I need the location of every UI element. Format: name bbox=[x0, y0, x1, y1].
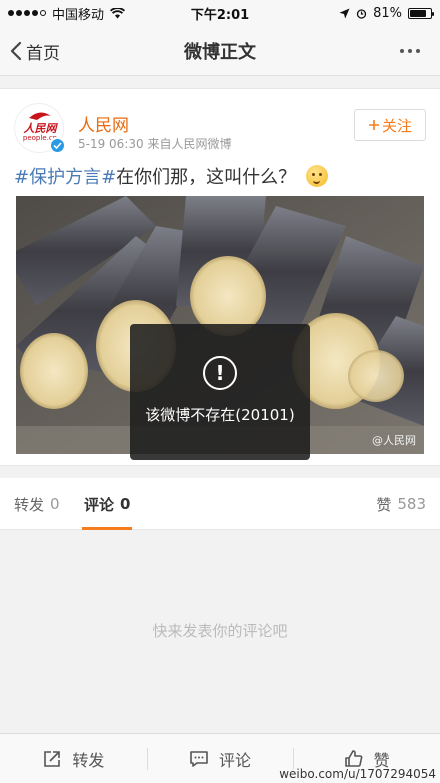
tab-repost[interactable]: 转发 0 bbox=[14, 478, 60, 530]
share-icon bbox=[44, 750, 61, 767]
tab-comment-label: 评论 bbox=[84, 495, 115, 514]
thinking-emoji-icon bbox=[306, 165, 329, 187]
battery-icon bbox=[408, 7, 434, 19]
carrier-label: 中国移动 bbox=[52, 7, 105, 23]
interaction-tabs: 转发 0 评论 0 赞 583 bbox=[0, 478, 440, 530]
comment-label: 评论 bbox=[219, 750, 252, 770]
avatar[interactable]: 人民网 people.cn bbox=[14, 103, 66, 154]
signal-icon bbox=[8, 10, 46, 16]
location-arrow-icon bbox=[339, 8, 350, 18]
more-menu-button[interactable] bbox=[390, 26, 430, 76]
post-body: 在你们那，这叫什么？ bbox=[116, 167, 297, 188]
wifi-icon bbox=[110, 7, 126, 18]
back-button[interactable]: 首页 bbox=[10, 26, 60, 76]
page-title: 微博正文 bbox=[184, 41, 256, 63]
tab-like[interactable]: 赞 583 bbox=[376, 478, 426, 530]
repost-label: 转发 bbox=[72, 750, 105, 770]
photo-watermark: @人民网 bbox=[372, 434, 416, 447]
tab-comment-count: 0 bbox=[120, 495, 131, 513]
more-dots-icon bbox=[400, 49, 404, 53]
follow-button[interactable]: 关注 bbox=[354, 109, 426, 141]
alarm-icon bbox=[356, 8, 367, 19]
toast-message: 该微博不存在(20101) bbox=[145, 406, 295, 424]
status-bar: 中国移动 下午2:01 81% bbox=[0, 0, 440, 26]
back-label: 首页 bbox=[26, 43, 60, 64]
status-right: 81% bbox=[339, 5, 434, 21]
error-toast: ! 该微博不存在(20101) bbox=[130, 324, 310, 460]
battery-percent: 81% bbox=[373, 5, 402, 21]
post-text: #保护方言# 在你们那，这叫什么？ bbox=[14, 163, 329, 189]
tab-repost-count: 0 bbox=[50, 495, 60, 513]
tab-like-label: 赞 bbox=[376, 495, 392, 514]
comments-empty-placeholder: 快来发表你的评论吧 bbox=[152, 621, 288, 640]
status-left: 中国移动 bbox=[8, 4, 126, 23]
follow-label: 关注 bbox=[381, 116, 412, 135]
plus-icon bbox=[368, 120, 379, 130]
chevron-left-icon bbox=[10, 41, 22, 61]
hashtag-link[interactable]: #保护方言# bbox=[14, 163, 116, 189]
tab-like-count: 583 bbox=[397, 495, 426, 513]
comment-button[interactable]: 评论 bbox=[146, 734, 294, 783]
bottom-toolbar: 转发 评论 赞 weibo.com/u/1707294054 bbox=[0, 733, 440, 783]
thumbs-up-icon bbox=[344, 749, 363, 767]
comment-icon bbox=[190, 750, 208, 767]
post-meta: 5-19 06:30 来自人民网微博 bbox=[78, 137, 232, 151]
tab-comment[interactable]: 评论 0 bbox=[84, 478, 130, 530]
repost-button[interactable]: 转发 bbox=[0, 734, 147, 783]
exclamation-icon: ! bbox=[203, 356, 237, 390]
verified-icon bbox=[49, 137, 66, 154]
author-name[interactable]: 人民网 bbox=[78, 111, 129, 136]
nav-bar: 首页 微博正文 bbox=[0, 26, 440, 76]
tab-repost-label: 转发 bbox=[14, 495, 45, 514]
weibo-url-watermark: weibo.com/u/1707294054 bbox=[279, 767, 436, 781]
